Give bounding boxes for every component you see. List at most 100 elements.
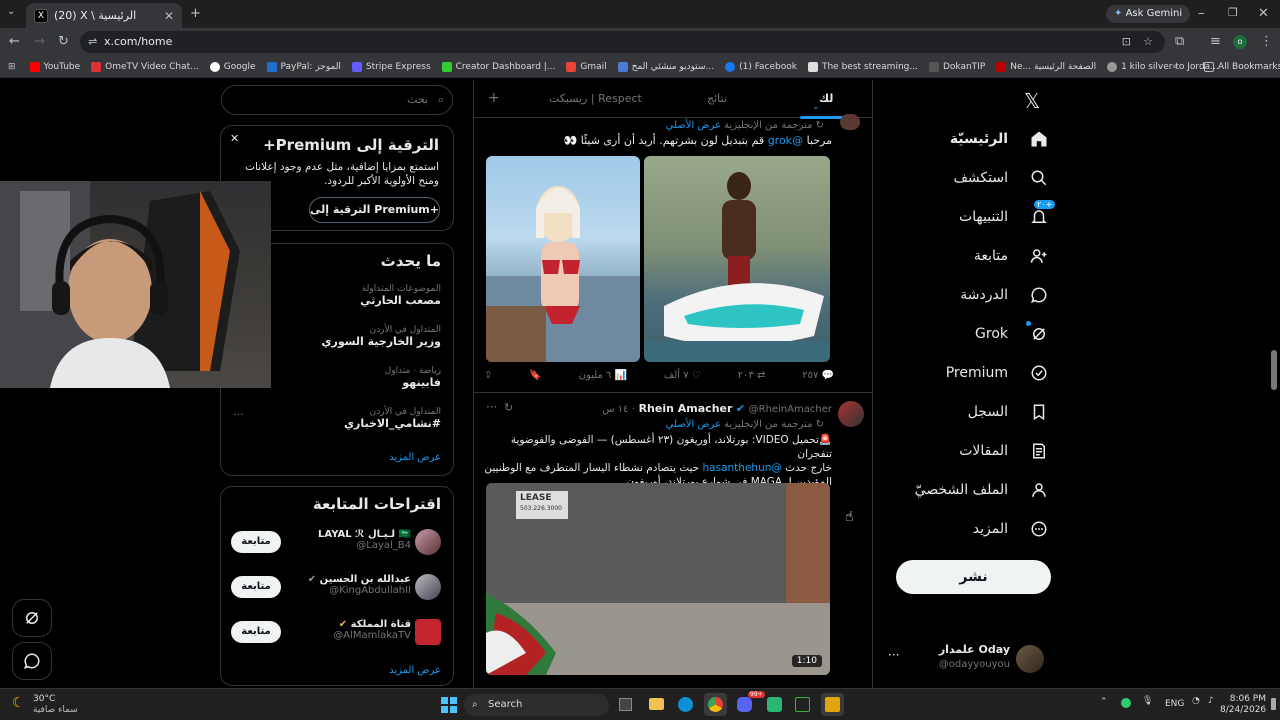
notification-center-icon[interactable] (1271, 698, 1276, 710)
post2-handle[interactable]: @RheinAmacher (749, 404, 832, 415)
post2-more-icon[interactable]: ··· (486, 400, 497, 414)
windows-start-icon[interactable] (441, 697, 457, 713)
tab-for-you[interactable]: لك (819, 92, 833, 105)
search-input[interactable]: ⌕ بحث (221, 85, 453, 115)
nav-articles[interactable]: المقالات (959, 440, 1050, 462)
new-tab-icon[interactable]: + (190, 7, 201, 20)
bookmark-netflix[interactable]: Ne... الصفحة الرئيسية (996, 61, 1096, 72)
follow-button[interactable]: متابعة (231, 531, 281, 553)
messages-float-button[interactable] (12, 642, 52, 680)
x-logo-icon[interactable]: 𝕏 (1024, 89, 1040, 113)
bookmark-silver[interactable]: 1 kilo silver to Jorda... (1107, 61, 1219, 72)
post1-like[interactable]: ♡ ٧ ألف (664, 370, 701, 381)
trend-item[interactable]: الموضوعات المتداولة مصعب الحارثي (241, 284, 441, 307)
bookmarks-overflow-icon[interactable]: » (1172, 62, 1178, 72)
back-icon[interactable]: ← (9, 35, 20, 48)
post1-show-original[interactable]: عرض الأصلي (666, 120, 721, 131)
post-button[interactable]: نشر (896, 560, 1051, 594)
bookmark-google[interactable]: Google (209, 61, 256, 72)
post2-show-original[interactable]: عرض الأصلي (666, 419, 721, 430)
taskbar-search[interactable]: ⌕ Search (464, 694, 609, 716)
post1-image-left[interactable] (486, 156, 640, 362)
file-explorer-icon[interactable] (649, 698, 664, 710)
suggestion-avatar[interactable] (415, 574, 441, 600)
suggestion-item[interactable]: ✔ عبدالله بن الحسين @KingAbdullahII (303, 574, 411, 596)
tab-respect[interactable]: ريسبكت | Respect (549, 92, 642, 105)
media-icon[interactable]: ≡ (1210, 35, 1221, 48)
account-avatar[interactable] (1016, 645, 1044, 673)
bookmark-creator-dashboard[interactable]: Creator Dashboard |... (441, 61, 555, 72)
minimize-icon[interactable]: – (1198, 7, 1205, 20)
suggestion-item[interactable]: LAYAL ℛ لـيـال 🇸🇦 @Layal_B4 (313, 529, 411, 551)
suggestions-show-more[interactable]: عرض المزيد (389, 665, 441, 676)
chevron-down-icon[interactable]: ⌄ (812, 102, 820, 112)
suggestion-item[interactable]: ✔ قناة المملكة @AlMamlakaTV (313, 619, 411, 641)
post2-mention[interactable]: @hasanthehun (703, 462, 782, 474)
bookmark-ometv[interactable]: OmeTV Video Chat... (91, 61, 199, 72)
suggestion-avatar[interactable] (415, 619, 441, 645)
bookmark-studio[interactable]: ستوديو منشئي المح... (617, 61, 714, 72)
install-icon[interactable]: ⊡ (1122, 31, 1131, 53)
post1-image-right[interactable] (644, 156, 830, 362)
tab-search-icon[interactable]: ⌄ (7, 7, 15, 17)
tab-x-home[interactable]: X (20) X \ الرئيسية ✕ (26, 3, 182, 28)
reload-icon[interactable]: ↻ (58, 35, 69, 48)
post1-avatar[interactable] (840, 114, 860, 130)
extensions-icon[interactable]: ⧉ (1175, 35, 1184, 48)
apps-grid-icon[interactable]: ⊞ (8, 62, 16, 72)
post1-views[interactable]: 📊 ٦ مليون (579, 370, 627, 381)
volume-icon[interactable]: ♪ (1208, 696, 1214, 706)
post1-reply[interactable]: 💬 ٢٥٧ (802, 370, 834, 381)
tab-close-icon[interactable]: ✕ (164, 9, 174, 23)
ask-gemini-button[interactable]: ✦ Ask Gemini (1106, 5, 1191, 23)
nav-more[interactable]: المزيد (973, 518, 1050, 540)
close-window-icon[interactable]: ✕ (1258, 7, 1269, 20)
bookmark-paypal[interactable]: PayPal: الموجز (266, 61, 341, 72)
post1-mention[interactable]: @grok (768, 134, 803, 147)
post2-video[interactable]: LEASE 503.226.3000 1:10 (486, 483, 830, 675)
bookmark-star-icon[interactable]: ☆ (1143, 31, 1153, 53)
premium-upgrade-button[interactable]: الترقية إلى Premium+ (309, 197, 440, 223)
post2-author-name[interactable]: Rhein Amacher (639, 402, 733, 415)
nav-notifications[interactable]: +٢٠ التنبيهات (959, 200, 1056, 228)
menu-icon[interactable]: ⋮ (1260, 35, 1273, 48)
nav-explore[interactable]: استكشف (953, 167, 1050, 189)
task-view-icon[interactable] (619, 698, 632, 711)
wifi-icon[interactable]: ◔ (1192, 696, 1200, 706)
bookmark-stripe[interactable]: Stripe Express (351, 61, 431, 72)
scrollbar-thumb[interactable] (1271, 350, 1277, 390)
app-taskbar-button[interactable] (821, 693, 844, 716)
post1-repost[interactable]: ⇄ ٢٠٣ (738, 370, 766, 381)
bookmark-dokantip[interactable]: DokanTIP (928, 61, 985, 72)
post2-avatar[interactable] (838, 401, 864, 427)
forward-icon[interactable]: → (34, 35, 45, 48)
url-field[interactable]: ⇌ x.com/home ⊡ ☆ (80, 31, 1165, 53)
bookmark-streaming[interactable]: The best streaming... (807, 61, 918, 72)
trend-item[interactable]: رياضة · متداول فابينهو (241, 366, 441, 389)
trends-show-more[interactable]: عرض المزيد (389, 452, 441, 463)
tray-overflow-icon[interactable]: ⌃ (1100, 697, 1108, 707)
suggestion-avatar[interactable] (415, 529, 441, 555)
clock-time[interactable]: 8:06 PM (1220, 694, 1266, 704)
bookmark-gmail[interactable]: Gmail (566, 61, 607, 72)
grok-float-button[interactable] (12, 599, 52, 637)
chrome-taskbar-button[interactable] (704, 693, 727, 716)
nav-profile[interactable]: الملف الشخصيّ (915, 479, 1050, 501)
maximize-icon[interactable]: ❐ (1228, 7, 1238, 18)
trend-item[interactable]: المتداول في الأردن وزير الخارجية السوري (241, 325, 441, 348)
tab-results[interactable]: نتائج (707, 92, 727, 105)
nav-chat[interactable]: الدردشة (960, 284, 1050, 306)
microphone-icon[interactable]: 🎙 (1142, 696, 1153, 706)
nav-home[interactable]: الرئيسيّة (950, 128, 1050, 150)
bookmark-youtube[interactable]: YouTube (29, 61, 80, 72)
profile-avatar[interactable]: o (1233, 35, 1247, 49)
discord-icon[interactable] (737, 697, 752, 712)
nav-grok[interactable]: Grok (975, 321, 1050, 345)
language-indicator[interactable]: ENG (1165, 699, 1184, 709)
post1-share-icon[interactable]: ⇪ (484, 370, 492, 381)
nav-follow[interactable]: متابعة (974, 245, 1050, 267)
account-menu-icon[interactable]: ··· (888, 648, 899, 662)
app-icon[interactable] (767, 697, 782, 712)
post2-time[interactable]: ١٤ س (602, 404, 628, 415)
close-icon[interactable]: ✕ (230, 132, 239, 145)
